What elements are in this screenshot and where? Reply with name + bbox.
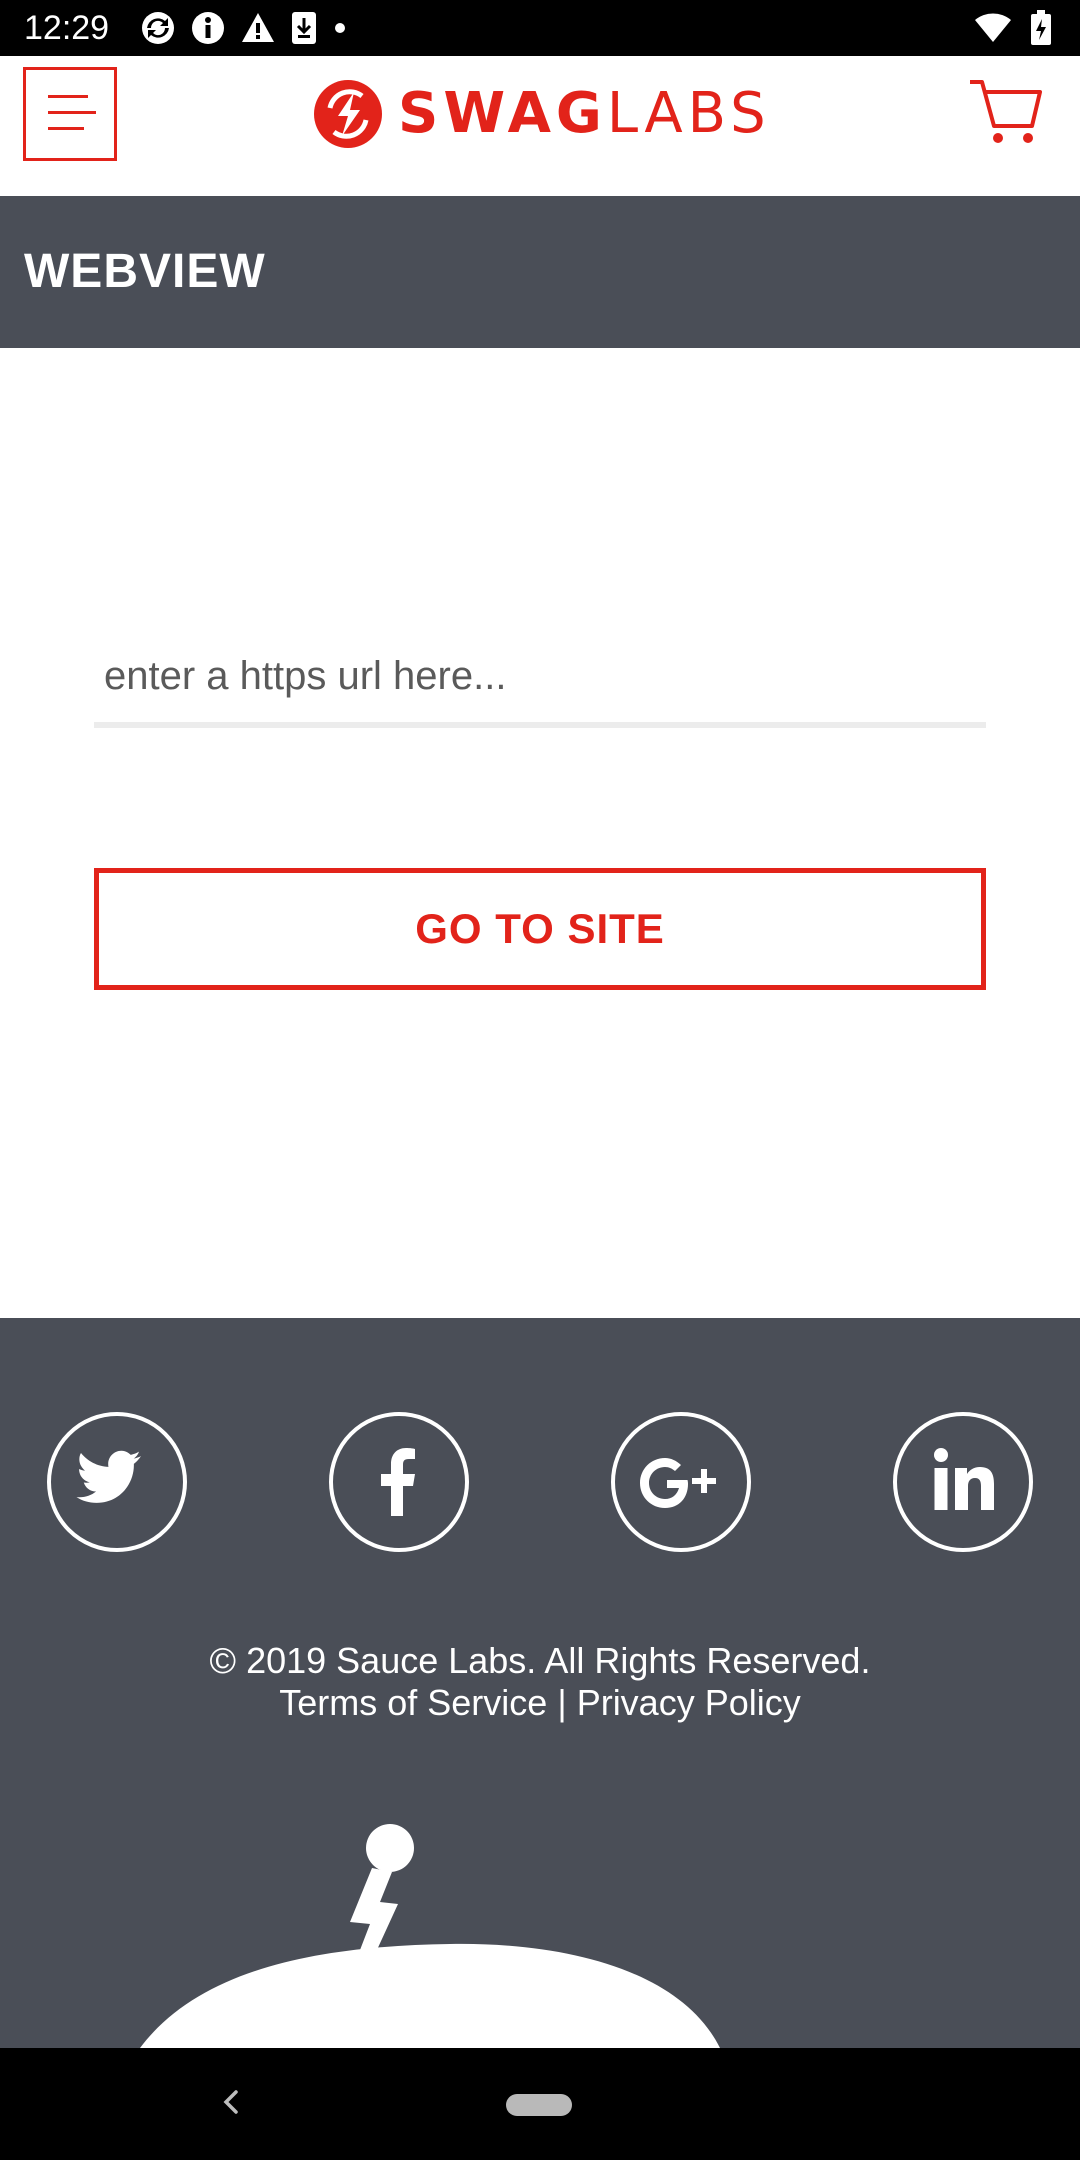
footer: © 2019 Sauce Labs. All Rights Reserved. …	[0, 1318, 1080, 2048]
facebook-icon	[381, 1448, 415, 1516]
page-title-bar: WEBVIEW	[0, 196, 1080, 348]
cart-button[interactable]	[968, 76, 1042, 146]
menu-icon	[48, 95, 96, 130]
home-pill-button[interactable]	[506, 2094, 572, 2116]
linkedin-button[interactable]	[893, 1412, 1033, 1552]
status-system-icons	[974, 8, 1052, 48]
cart-icon	[970, 80, 1042, 143]
app-header: SWAGLABS	[0, 56, 1080, 196]
warning-icon	[242, 13, 274, 42]
url-field	[94, 630, 986, 728]
dot-icon	[335, 23, 345, 33]
status-notification-icons	[140, 8, 348, 48]
logo-text-light: LABS	[606, 81, 771, 146]
footer-separator: |	[547, 1682, 577, 1723]
copyright-text: © 2019 Sauce Labs. All Rights Reserved.	[209, 1640, 871, 1681]
info-icon	[192, 12, 224, 44]
system-nav-bar	[0, 2048, 1080, 2160]
status-time: 12:29	[24, 9, 110, 47]
go-to-site-button[interactable]: GO TO SITE	[94, 868, 986, 990]
google-plus-button[interactable]	[611, 1412, 751, 1552]
swag-labs-logo: SWAGLABS	[312, 78, 771, 150]
logo-text-bold: SWAG	[398, 81, 607, 146]
page-title: WEBVIEW	[24, 245, 266, 298]
logo-bolt-icon	[314, 80, 382, 148]
twitter-button[interactable]	[47, 1412, 187, 1552]
google-plus-icon	[640, 1458, 716, 1508]
twitter-icon	[76, 1450, 141, 1503]
download-icon	[292, 12, 316, 44]
battery-icon	[1031, 10, 1051, 45]
footer-legal: © 2019 Sauce Labs. All Rights Reserved. …	[0, 1640, 1080, 1724]
mascot-robot-icon	[140, 1824, 720, 2048]
url-input[interactable]	[94, 630, 986, 722]
status-bar: 12:29	[0, 0, 1080, 56]
privacy-policy-link[interactable]: Privacy Policy	[577, 1682, 801, 1723]
wifi-icon	[975, 13, 1011, 42]
terms-of-service-link[interactable]: Terms of Service	[279, 1682, 547, 1723]
menu-button[interactable]	[23, 67, 117, 161]
url-underline	[94, 722, 986, 728]
sync-icon	[142, 12, 174, 44]
logo-text: SWAGLABS	[398, 86, 771, 142]
linkedin-icon	[934, 1448, 994, 1510]
footer-links: Terms of Service | Privacy Policy	[0, 1682, 1080, 1724]
back-icon[interactable]	[218, 2086, 244, 2118]
facebook-button[interactable]	[329, 1412, 469, 1552]
